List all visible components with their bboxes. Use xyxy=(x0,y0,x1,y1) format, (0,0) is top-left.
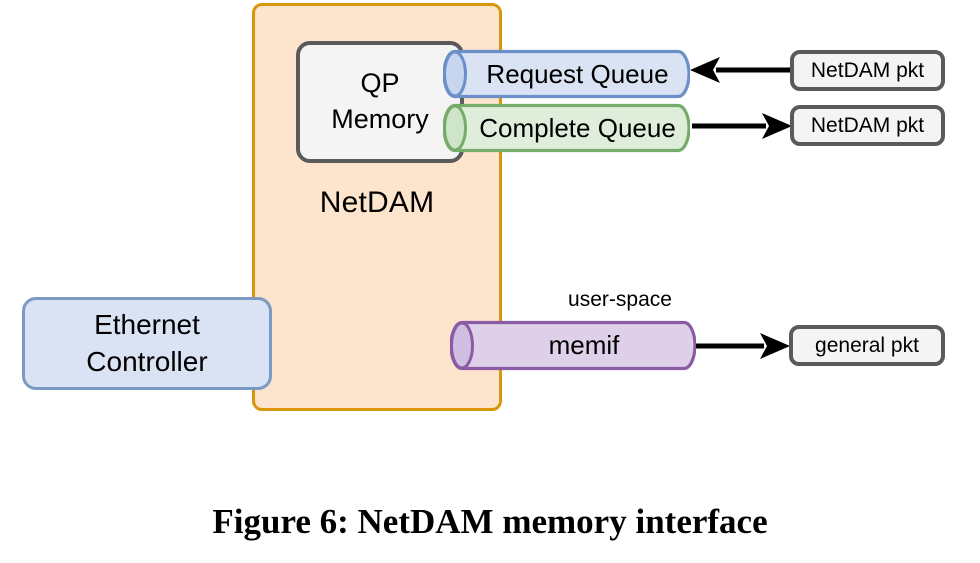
qp-memory-label: QP Memory xyxy=(331,66,429,137)
arrow-complete-outbound xyxy=(692,113,792,139)
ethernet-controller-label-line2: Controller xyxy=(86,345,208,377)
ethernet-controller-label: Ethernet Controller xyxy=(86,307,207,380)
request-queue-cylinder: Request Queue xyxy=(443,49,690,99)
complete-queue-cylinder: Complete Queue xyxy=(443,103,690,153)
memif-label: memif xyxy=(548,330,620,360)
netdam-pkt-box-outbound: NetDAM pkt xyxy=(790,105,945,146)
memif-cylinder: memif xyxy=(450,320,696,371)
user-space-annotation: user-space xyxy=(568,288,672,311)
figure-caption: Figure 6: NetDAM memory interface xyxy=(212,502,768,541)
netdam-pkt-box-inbound: NetDAM pkt xyxy=(790,50,945,91)
general-pkt-box: general pkt xyxy=(789,325,945,366)
arrow-request-inbound xyxy=(690,57,790,83)
qp-memory-box: QP Memory xyxy=(296,41,464,163)
figure-canvas: NetDAM QP Memory Ethernet Controller Req… xyxy=(0,0,980,563)
complete-queue-label: Complete Queue xyxy=(479,112,676,143)
arrow-memif-outbound xyxy=(696,333,790,359)
request-queue-label: Request Queue xyxy=(486,58,669,89)
ethernet-controller-box: Ethernet Controller xyxy=(22,297,272,390)
netdam-container-label: NetDAM xyxy=(319,186,435,219)
ethernet-controller-label-line1: Ethernet xyxy=(94,309,200,341)
qp-memory-label-line2: Memory xyxy=(331,104,429,134)
qp-memory-label-line1: QP xyxy=(360,68,400,99)
